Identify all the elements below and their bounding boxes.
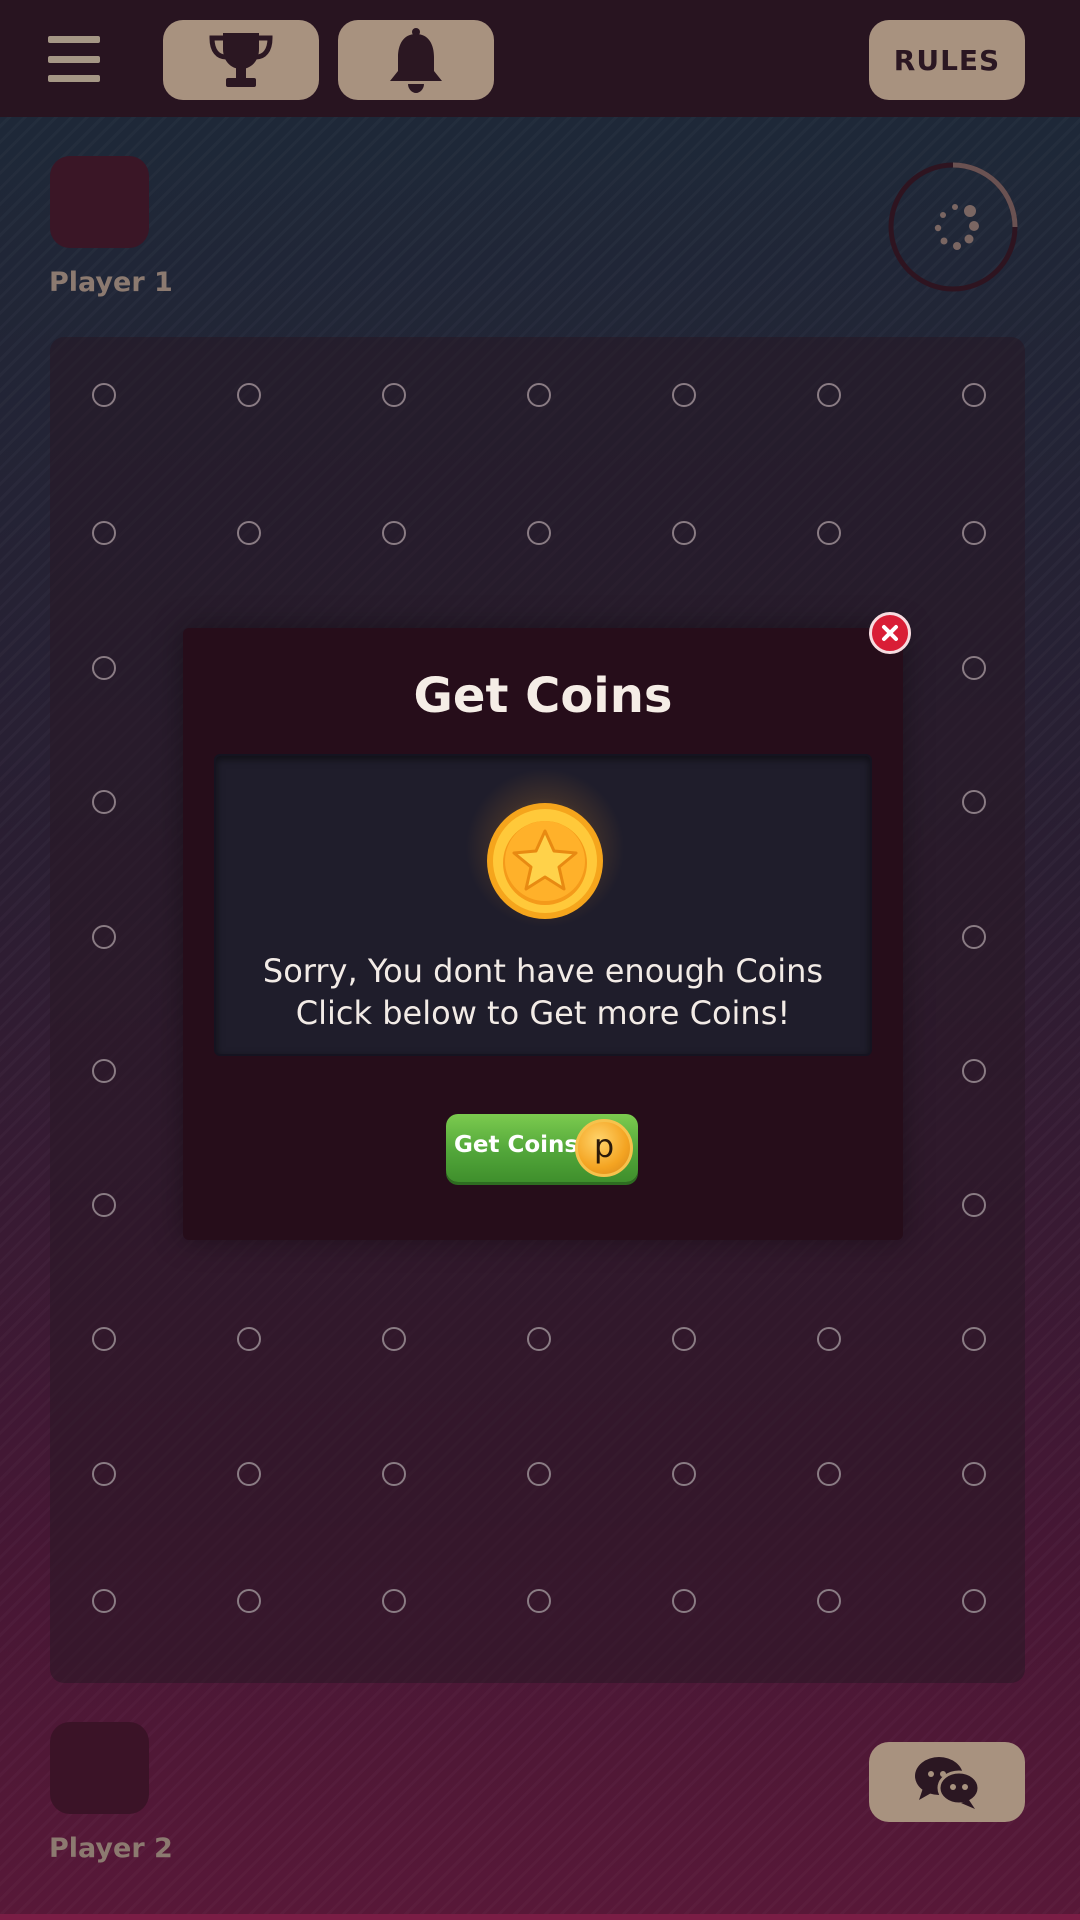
board-dot[interactable]: [817, 521, 841, 545]
board-dot[interactable]: [92, 1193, 116, 1217]
message-line-1: Sorry, You dont have enough Coins: [262, 952, 824, 990]
board-dot[interactable]: [382, 1327, 406, 1351]
board-dot[interactable]: [962, 521, 986, 545]
get-coins-button-label: Get Coins: [454, 1132, 579, 1158]
board-dot[interactable]: [237, 1462, 261, 1486]
board-dot[interactable]: [92, 1462, 116, 1486]
board-dot[interactable]: [92, 1327, 116, 1351]
board-dot[interactable]: [382, 1589, 406, 1613]
player1-avatar: [50, 156, 149, 248]
board-dot[interactable]: [92, 1059, 116, 1083]
board-dot[interactable]: [527, 521, 551, 545]
star-coin-icon: [487, 803, 603, 919]
board-dot[interactable]: [962, 1462, 986, 1486]
chat-bubbles-icon: [915, 1757, 981, 1809]
get-coins-modal: Get Coins Sorry, You dont have enough Co…: [183, 628, 903, 1240]
message-panel: Sorry, You dont have enough Coins Click …: [214, 754, 872, 1056]
board-dot[interactable]: [672, 521, 696, 545]
board-dot[interactable]: [962, 656, 986, 680]
board-dot[interactable]: [962, 1589, 986, 1613]
board-dot[interactable]: [92, 1589, 116, 1613]
bell-icon: [390, 28, 442, 93]
board-dot[interactable]: [382, 1462, 406, 1486]
board-dot[interactable]: [817, 383, 841, 407]
board-dot[interactable]: [237, 521, 261, 545]
board-dot[interactable]: [962, 925, 986, 949]
get-coins-button[interactable]: Get Coins p: [446, 1114, 638, 1182]
board-dot[interactable]: [962, 1059, 986, 1083]
board-dot[interactable]: [527, 383, 551, 407]
top-bar: RULES: [0, 0, 1080, 117]
turn-timer: [888, 162, 1018, 292]
board-dot[interactable]: [817, 1462, 841, 1486]
notifications-button[interactable]: [338, 20, 494, 100]
loading-spinner-icon: [934, 204, 979, 250]
board-dot[interactable]: [962, 1327, 986, 1351]
board-dot[interactable]: [672, 1589, 696, 1613]
rules-button[interactable]: RULES: [869, 20, 1025, 100]
trophy-icon: [209, 33, 273, 87]
board-dot[interactable]: [237, 1327, 261, 1351]
board-dot[interactable]: [817, 1589, 841, 1613]
board-dot[interactable]: [237, 1589, 261, 1613]
coin-icon: p: [575, 1119, 633, 1177]
board-dot[interactable]: [92, 656, 116, 680]
board-dot[interactable]: [527, 1327, 551, 1351]
bottom-strip: [0, 1914, 1080, 1920]
board-dot[interactable]: [237, 383, 261, 407]
board-dot[interactable]: [962, 383, 986, 407]
message-line-2: Click below to Get more Coins!: [295, 994, 791, 1032]
board-dot[interactable]: [382, 383, 406, 407]
board-dot[interactable]: [92, 925, 116, 949]
chat-button[interactable]: [869, 1742, 1025, 1822]
player2-avatar: [50, 1722, 149, 1814]
coin-icon-letter: p: [593, 1127, 615, 1165]
leaderboard-button[interactable]: [163, 20, 319, 100]
board-dot[interactable]: [92, 521, 116, 545]
board-dot[interactable]: [527, 1462, 551, 1486]
board-dot[interactable]: [672, 1327, 696, 1351]
board-dot[interactable]: [92, 383, 116, 407]
board-dot[interactable]: [527, 1589, 551, 1613]
close-button[interactable]: [869, 612, 911, 654]
hamburger-icon-line: [48, 75, 100, 82]
board-dot[interactable]: [962, 1193, 986, 1217]
player2-name: Player 2: [49, 1833, 173, 1864]
modal-title: Get Coins: [413, 668, 673, 724]
board-dot[interactable]: [382, 521, 406, 545]
board-dot[interactable]: [817, 1327, 841, 1351]
board-dot[interactable]: [672, 1462, 696, 1486]
board-dot[interactable]: [92, 790, 116, 814]
hamburger-icon-line: [48, 36, 100, 43]
board-dot[interactable]: [672, 383, 696, 407]
board-dot[interactable]: [962, 790, 986, 814]
hamburger-icon-line: [48, 55, 100, 63]
menu-button[interactable]: [48, 36, 100, 82]
player1-name: Player 1: [49, 267, 173, 298]
close-icon: [882, 625, 898, 641]
